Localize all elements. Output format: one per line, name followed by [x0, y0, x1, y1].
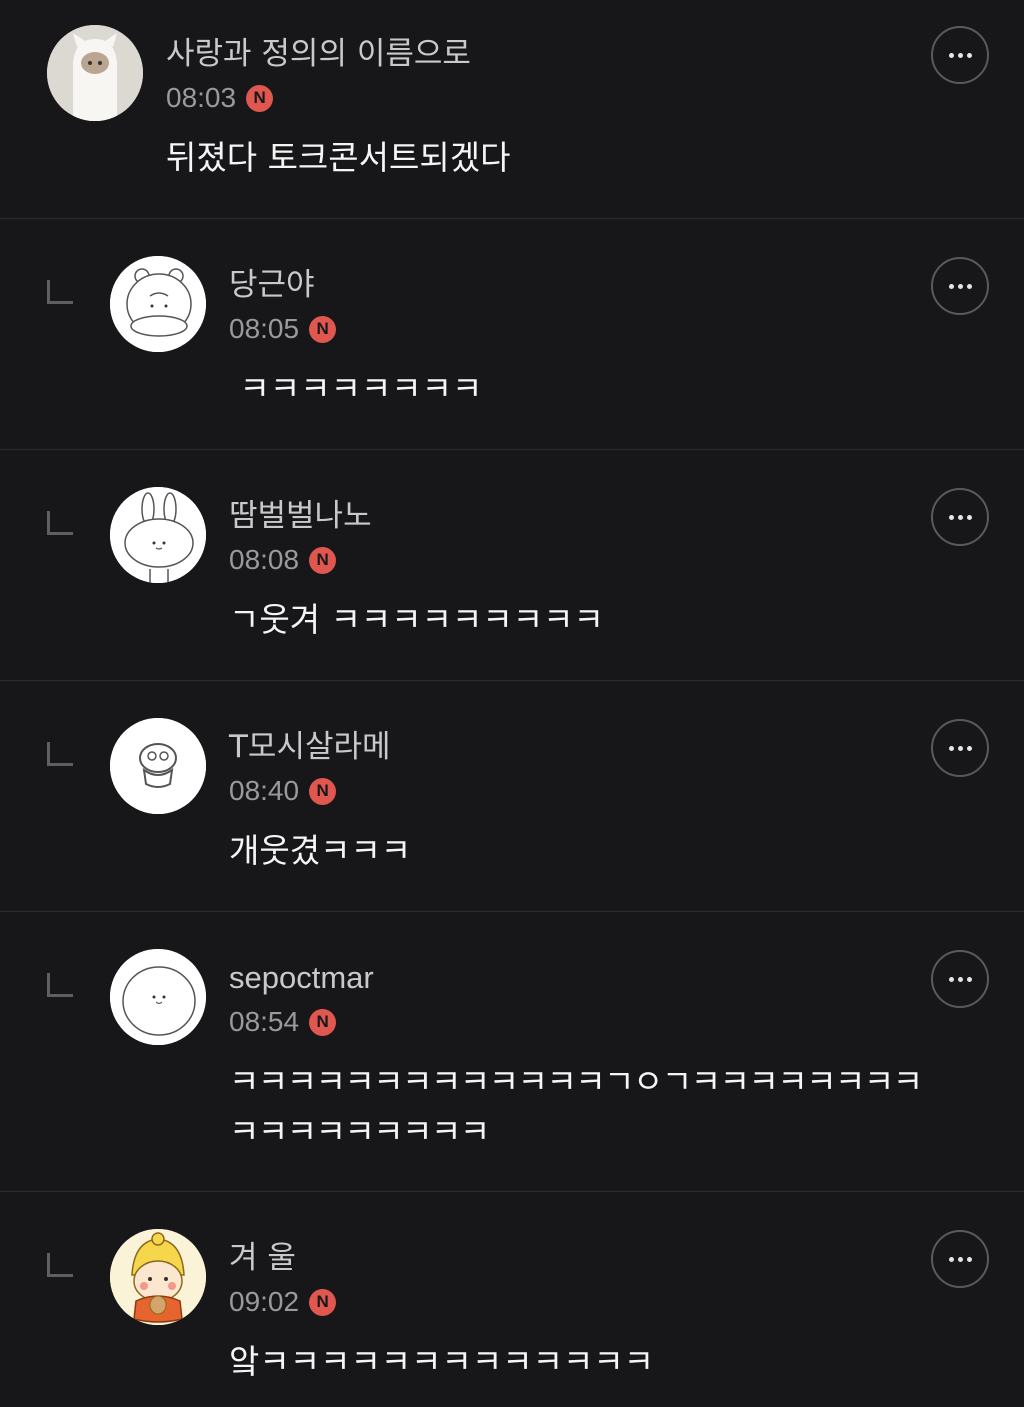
- more-icon-dot: [957, 283, 963, 289]
- avatar[interactable]: [110, 487, 206, 583]
- comment-meta: 08:54 N: [229, 1004, 337, 1040]
- ghost-cat-figure-icon: [47, 25, 143, 121]
- more-options-button[interactable]: [931, 257, 989, 315]
- avatar[interactable]: [110, 949, 206, 1045]
- comment-time: 08:03: [166, 82, 237, 113]
- author-name[interactable]: 겨 울: [229, 1238, 296, 1278]
- author-name[interactable]: sepoctmar: [229, 958, 374, 998]
- reply-arrow-icon: [47, 511, 73, 535]
- more-icon: [948, 745, 954, 751]
- small-creature-icon: [110, 718, 206, 814]
- reply-arrow-icon: [47, 973, 73, 997]
- avatar[interactable]: [110, 1229, 206, 1325]
- new-badge: N: [309, 315, 337, 343]
- more-icon: [948, 283, 954, 289]
- more-icon-dot: [966, 1256, 972, 1262]
- author-name[interactable]: 땀벌벌나노: [229, 496, 372, 536]
- more-icon-dot: [966, 283, 972, 289]
- more-options-button[interactable]: [931, 26, 989, 84]
- more-icon-dot: [966, 745, 972, 751]
- comment-time: 08:05: [229, 313, 300, 344]
- comment-text: ㅋㅋㅋㅋㅋㅋㅋㅋ: [229, 369, 483, 408]
- new-badge: N: [246, 84, 274, 112]
- author-name[interactable]: 사랑과 정의의 이름으로: [166, 34, 471, 74]
- comment-text: ㄱ웃겨 ㅋㅋㅋㅋㅋㅋㅋㅋㅋ: [229, 600, 604, 639]
- comment-meta: 08:08 N: [229, 542, 337, 578]
- reply-item: 당근야 08:05 N ㅋㅋㅋㅋㅋㅋㅋㅋ: [0, 219, 1024, 449]
- more-icon-dot: [966, 976, 972, 982]
- reply-item: 겨 울 09:02 N 앜ㅋㅋㅋㅋㅋㅋㅋㅋㅋㅋㅋㅋㅋ: [0, 1192, 1024, 1407]
- more-icon-dot: [966, 514, 972, 520]
- reply-arrow-icon: [47, 280, 73, 304]
- hamster-icon: [110, 256, 206, 352]
- more-options-button[interactable]: [931, 950, 989, 1008]
- more-icon-dot: [966, 52, 972, 58]
- more-options-button[interactable]: [931, 488, 989, 546]
- more-icon-dot: [957, 745, 963, 751]
- more-icon-dot: [957, 1256, 963, 1262]
- comment-meta: 08:05 N: [229, 311, 337, 347]
- round-face-icon: [110, 949, 206, 1045]
- comment-text: 개웃겼ㅋㅋㅋ: [229, 831, 412, 870]
- author-name[interactable]: T모시살라메: [229, 727, 391, 767]
- more-options-button[interactable]: [931, 1230, 989, 1288]
- new-badge: N: [309, 1008, 337, 1036]
- comment-time: 08:08: [229, 544, 300, 575]
- bunny-icon: [110, 487, 206, 583]
- more-options-button[interactable]: [931, 719, 989, 777]
- avatar[interactable]: [47, 25, 143, 121]
- comment-time: 08:54: [229, 1006, 300, 1037]
- reply-arrow-icon: [47, 742, 73, 766]
- reply-item: sepoctmar 08:54 N ㅋㅋㅋㅋㅋㅋㅋㅋㅋㅋㅋㅋㅋㄱㅇㄱㅋㅋㅋㅋㅋㅋ…: [0, 912, 1024, 1191]
- reply-item: T모시살라메 08:40 N 개웃겼ㅋㅋㅋ: [0, 681, 1024, 911]
- avatar[interactable]: [110, 256, 206, 352]
- more-icon: [948, 1256, 954, 1262]
- reply-arrow-icon: [47, 1253, 73, 1277]
- more-icon: [948, 514, 954, 520]
- new-badge: N: [309, 777, 337, 805]
- new-badge: N: [309, 546, 337, 574]
- comment-text: 앜ㅋㅋㅋㅋㅋㅋㅋㅋㅋㅋㅋㅋㅋ: [229, 1342, 655, 1381]
- author-name[interactable]: 당근야: [229, 265, 315, 305]
- reply-item: 땀벌벌나노 08:08 N ㄱ웃겨 ㅋㅋㅋㅋㅋㅋㅋㅋㅋ: [0, 450, 1024, 680]
- more-icon-dot: [957, 514, 963, 520]
- comment-item: 사랑과 정의의 이름으로 08:03 N 뒤졌다 토크콘서트되겠다: [0, 0, 1024, 218]
- avatar[interactable]: [110, 718, 206, 814]
- comment-text: ㅋㅋㅋㅋㅋㅋㅋㅋㅋㅋㅋㅋㅋㄱㅇㄱㅋㅋㅋㅋㅋㅋㅋㅋ ㅋㅋㅋㅋㅋㅋㅋㅋㅋ: [229, 1062, 923, 1151]
- comment-meta: 08:40 N: [229, 773, 337, 809]
- comment-time: 09:02: [229, 1286, 300, 1317]
- comment-meta: 08:03 N: [166, 80, 274, 116]
- comment-meta: 09:02 N: [229, 1284, 337, 1320]
- comment-text: 뒤졌다 토크콘서트되겠다: [166, 138, 511, 177]
- new-badge: N: [309, 1288, 337, 1316]
- more-icon: [948, 52, 954, 58]
- more-icon-dot: [957, 52, 963, 58]
- yellow-hat-character-icon: [110, 1229, 206, 1325]
- more-icon: [948, 976, 954, 982]
- more-icon-dot: [957, 976, 963, 982]
- comment-time: 08:40: [229, 775, 300, 806]
